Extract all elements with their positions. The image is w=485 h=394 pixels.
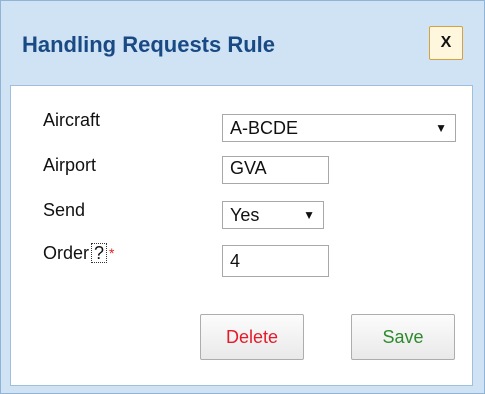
dialog-title: Handling Requests Rule xyxy=(22,32,276,57)
order-label-group: Order? * xyxy=(43,242,114,264)
aircraft-select[interactable]: A-BCDE ▼ xyxy=(222,114,456,142)
send-label: Send xyxy=(43,200,86,220)
save-button[interactable]: Save xyxy=(351,314,455,360)
send-select[interactable]: Yes ▼ xyxy=(222,201,324,229)
required-marker: * xyxy=(109,245,115,261)
order-label: Order xyxy=(43,243,90,263)
help-icon[interactable]: ? xyxy=(91,243,108,263)
airport-input[interactable]: GVA xyxy=(222,156,329,184)
handling-requests-dialog: Handling Requests Rule X Aircraft A-BCDE… xyxy=(0,0,485,394)
chevron-down-icon: ▼ xyxy=(435,121,447,135)
chevron-down-icon: ▼ xyxy=(303,208,315,222)
delete-button[interactable]: Delete xyxy=(200,314,304,360)
close-button[interactable]: X xyxy=(429,26,463,60)
order-input[interactable]: 4 xyxy=(222,245,329,277)
send-select-value: Yes xyxy=(230,205,260,225)
dialog-content: Aircraft A-BCDE ▼ Airport GVA Send Yes ▼… xyxy=(10,85,473,386)
aircraft-label: Aircraft xyxy=(43,110,101,130)
aircraft-select-value: A-BCDE xyxy=(230,118,299,138)
airport-label: Airport xyxy=(43,155,97,175)
